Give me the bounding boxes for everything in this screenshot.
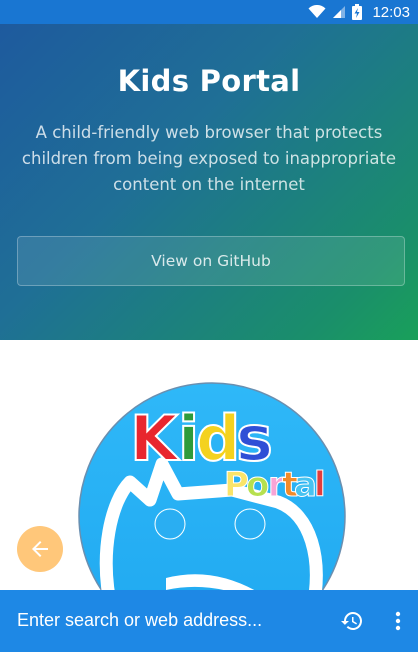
bottom-address-bar: Enter search or web address... [0,590,418,652]
wifi-icon [308,5,326,18]
address-input[interactable]: Enter search or web address... [17,610,262,631]
logo-letter-l: l [314,465,326,505]
logo-letter-o: o [246,465,269,505]
more-options-icon[interactable] [390,609,406,633]
logo-letter-k: K [130,402,180,475]
hero-description: A child-friendly web browser that protec… [21,123,397,194]
arrow-back-icon [32,541,48,557]
status-time: 12:03 [372,3,410,21]
cellular-signal-icon [333,6,346,18]
hero-banner: Kids Portal A child-friendly web browser… [0,24,418,340]
page-title: Kids Portal [117,64,301,98]
view-on-github-button[interactable]: View on GitHub [17,236,405,286]
back-button[interactable] [17,526,63,572]
history-icon[interactable] [340,609,364,633]
status-bar: 12:03 [0,0,418,24]
battery-charging-icon [352,4,363,20]
